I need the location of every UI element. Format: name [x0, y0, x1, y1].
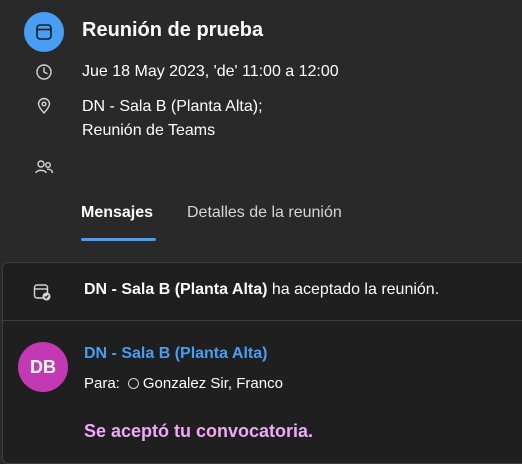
notice-actor: DN - Sala B (Planta Alta): [84, 281, 268, 298]
calendar-icon: [36, 24, 52, 40]
recipient-name[interactable]: Gonzalez Sir, Franco: [143, 375, 283, 392]
tab-meeting-details[interactable]: Detalles de la reunión: [187, 204, 342, 222]
calendar-badge: [24, 12, 64, 52]
notice-text: ha aceptado la reunión.: [271, 281, 440, 298]
recipients-row: Para: Gonzalez Sir, Franco: [84, 375, 283, 392]
tab-bar: Mensajes Detalles de la reunión: [0, 190, 522, 248]
message-heading: Se aceptó tu convocatoria.: [84, 421, 314, 441]
to-label: Para:: [84, 375, 120, 392]
tab-messages[interactable]: Mensajes: [81, 204, 153, 222]
people-icon[interactable]: [34, 157, 54, 177]
sender-avatar[interactable]: DB: [18, 342, 68, 392]
meeting-location-room: DN - Sala B (Planta Alta);: [82, 98, 263, 115]
meeting-location-online: Reunión de Teams: [82, 122, 216, 139]
meeting-title: Reunión de prueba: [82, 19, 264, 41]
location-pin-icon: [34, 96, 54, 116]
calendar-check-icon: [32, 282, 52, 302]
sender-name[interactable]: DN - Sala B (Planta Alta): [84, 345, 267, 363]
meeting-datetime: Jue 18 May 2023, 'de' 11:00 a 12:00: [82, 63, 339, 80]
acceptance-notice: DN - Sala B (Planta Alta) ha aceptado la…: [84, 281, 439, 299]
panel-divider: [2, 320, 522, 321]
clock-icon: [34, 62, 54, 82]
active-tab-indicator: [81, 238, 156, 241]
presence-status-icon: [127, 378, 139, 389]
